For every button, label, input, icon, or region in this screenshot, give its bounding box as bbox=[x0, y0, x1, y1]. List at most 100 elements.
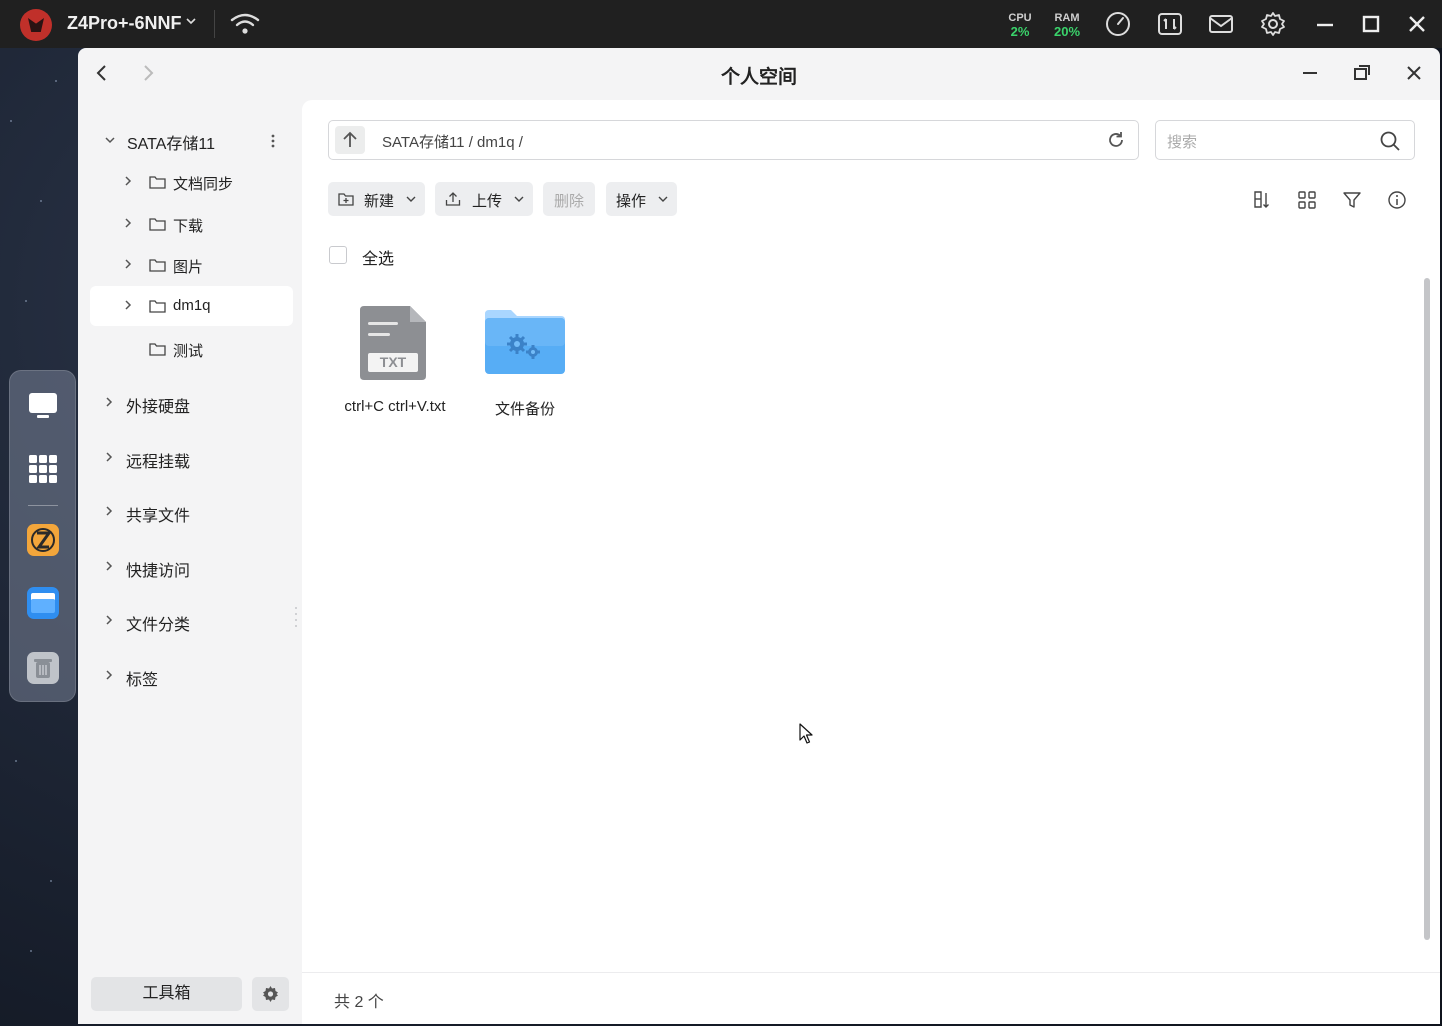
topbar-divider bbox=[214, 10, 215, 38]
chevron-down-icon[interactable] bbox=[186, 16, 196, 26]
wifi-icon[interactable] bbox=[229, 11, 261, 37]
sidebar-settings-button[interactable] bbox=[252, 977, 289, 1011]
chevron-down-icon bbox=[406, 196, 416, 202]
sort-icon[interactable] bbox=[1252, 190, 1272, 210]
minimize-icon[interactable] bbox=[1311, 10, 1339, 38]
cpu-usage: CPU 2% bbox=[1006, 11, 1034, 39]
ram-value: 20% bbox=[1053, 24, 1081, 39]
folder-icon bbox=[149, 176, 166, 189]
sidebar-section-label: 文件分类 bbox=[126, 617, 191, 634]
search-icon[interactable] bbox=[1379, 130, 1401, 152]
app-store-icon[interactable] bbox=[27, 524, 59, 556]
sidebar-folder-docsync[interactable]: 文档同步 bbox=[90, 162, 293, 202]
gear-icon[interactable] bbox=[1259, 10, 1287, 38]
current-path[interactable]: SATA存储11 / dm1q / bbox=[382, 131, 523, 152]
upload-button-label: 上传 bbox=[472, 193, 503, 210]
sidebar-resize-handle[interactable] bbox=[294, 605, 298, 627]
upload-icon bbox=[445, 192, 461, 206]
desktop-icon[interactable] bbox=[27, 389, 59, 421]
file-content-panel: SATA存储11 / dm1q / 搜索 新建 上传 删除 操作 全选 TXT … bbox=[302, 100, 1440, 1024]
app-grid-icon[interactable] bbox=[27, 453, 59, 485]
device-name[interactable]: Z4Pro+-6NNF bbox=[67, 13, 182, 34]
txt-badge-text: TXT bbox=[380, 354, 407, 370]
sidebar-folder-test[interactable]: 测试 bbox=[90, 329, 293, 369]
go-up-button[interactable] bbox=[335, 126, 365, 154]
select-all-label[interactable]: 全选 bbox=[362, 245, 394, 269]
chevron-right-icon[interactable] bbox=[103, 505, 115, 517]
sidebar-section-quick-access[interactable]: 快捷访问 bbox=[90, 546, 293, 586]
actions-button-label: 操作 bbox=[616, 193, 647, 210]
maximize-icon[interactable] bbox=[1357, 10, 1385, 38]
chevron-right-icon[interactable] bbox=[103, 396, 115, 408]
select-all-checkbox[interactable] bbox=[329, 246, 347, 264]
sidebar-folder-pictures[interactable]: 图片 bbox=[90, 245, 293, 285]
chevron-down-icon bbox=[514, 196, 524, 202]
trash-icon[interactable] bbox=[27, 652, 59, 684]
chevron-right-icon[interactable] bbox=[103, 560, 115, 572]
close-icon[interactable] bbox=[1403, 10, 1431, 38]
chevron-right-icon[interactable] bbox=[122, 175, 134, 187]
arrow-up-icon bbox=[343, 131, 357, 147]
file-manager-icon[interactable] bbox=[27, 587, 59, 619]
sidebar-folder-label: 测试 bbox=[173, 343, 204, 360]
sidebar-folder-label: dm1q bbox=[173, 297, 211, 314]
delete-button[interactable]: 删除 bbox=[543, 182, 595, 216]
chevron-right-icon[interactable] bbox=[122, 258, 134, 270]
chevron-down-icon bbox=[658, 196, 668, 202]
info-icon[interactable] bbox=[1387, 190, 1407, 210]
chevron-right-icon[interactable] bbox=[103, 669, 115, 681]
window-close-icon[interactable] bbox=[1403, 62, 1425, 84]
actions-button[interactable]: 操作 bbox=[606, 182, 677, 216]
path-bar[interactable]: SATA存储11 / dm1q / bbox=[328, 120, 1139, 160]
sidebar-storage-root[interactable]: SATA存储11 bbox=[90, 120, 293, 160]
brand-logo bbox=[20, 9, 52, 41]
filter-icon[interactable] bbox=[1342, 190, 1362, 210]
sidebar-section-file-category[interactable]: 文件分类 bbox=[90, 600, 293, 640]
file-name: ctrl+C ctrl+V.txt bbox=[344, 398, 446, 415]
sidebar-folder-download[interactable]: 下载 bbox=[90, 204, 293, 244]
sidebar-section-tags[interactable]: 标签 bbox=[90, 655, 293, 695]
cpu-value: 2% bbox=[1010, 24, 1030, 39]
chevron-right-icon[interactable] bbox=[122, 217, 134, 229]
file-manager-window: 个人空间 SATA存储11 文档同步 下载 图片 dm1q 测试 外接硬盘 远程… bbox=[78, 48, 1440, 1024]
sidebar-section-label: 共享文件 bbox=[126, 508, 191, 525]
new-folder-icon bbox=[338, 193, 354, 206]
window-minimize-icon[interactable] bbox=[1299, 62, 1321, 84]
sidebar-section-label: 标签 bbox=[126, 672, 159, 689]
window-title: 个人空间 bbox=[720, 67, 797, 88]
sidebar-section-shared-files[interactable]: 共享文件 bbox=[90, 491, 293, 531]
folder-icon bbox=[149, 218, 166, 231]
gear-icon bbox=[263, 986, 278, 1002]
chevron-right-icon[interactable] bbox=[103, 614, 115, 626]
folder-icon bbox=[149, 343, 166, 356]
storage-root-label: SATA存储11 bbox=[127, 136, 216, 153]
chevron-down-icon[interactable] bbox=[104, 134, 116, 146]
sidebar-section-label: 快捷访问 bbox=[126, 563, 191, 580]
chevron-right-icon[interactable] bbox=[122, 299, 134, 311]
sidebar-section-external-disk[interactable]: 外接硬盘 bbox=[90, 382, 293, 422]
file-item-folder[interactable]: 文件备份 bbox=[460, 300, 590, 420]
sidebar-section-label: 远程挂载 bbox=[126, 454, 191, 471]
new-button[interactable]: 新建 bbox=[328, 182, 425, 216]
grid-view-icon[interactable] bbox=[1297, 190, 1317, 210]
chevron-right-icon[interactable] bbox=[103, 451, 115, 463]
toolbox-button[interactable]: 工具箱 bbox=[91, 977, 242, 1011]
delete-button-label: 删除 bbox=[554, 193, 585, 210]
monitor-chart-icon[interactable] bbox=[1156, 10, 1184, 38]
sidebar-folder-label: 文档同步 bbox=[173, 176, 234, 193]
sidebar-folder-dm1q[interactable]: dm1q bbox=[90, 286, 293, 326]
upload-button[interactable]: 上传 bbox=[435, 182, 533, 216]
ram-label: RAM bbox=[1054, 12, 1080, 24]
speedometer-icon[interactable] bbox=[1104, 10, 1132, 38]
sidebar-section-remote-mount[interactable]: 远程挂载 bbox=[90, 437, 293, 477]
more-options-icon[interactable] bbox=[265, 133, 281, 149]
vertical-scrollbar[interactable] bbox=[1424, 278, 1430, 940]
search-input[interactable]: 搜索 bbox=[1155, 120, 1415, 160]
window-restore-icon[interactable] bbox=[1351, 62, 1373, 84]
sidebar-folder-label: 图片 bbox=[173, 259, 204, 276]
file-item-txt[interactable]: TXT ctrl+C ctrl+V.txt bbox=[330, 300, 460, 420]
system-top-bar: Z4Pro+-6NNF CPU 2% RAM 20% bbox=[0, 0, 1442, 48]
mail-icon[interactable] bbox=[1207, 10, 1235, 38]
refresh-icon[interactable] bbox=[1106, 130, 1126, 150]
search-placeholder: 搜索 bbox=[1167, 134, 1198, 151]
